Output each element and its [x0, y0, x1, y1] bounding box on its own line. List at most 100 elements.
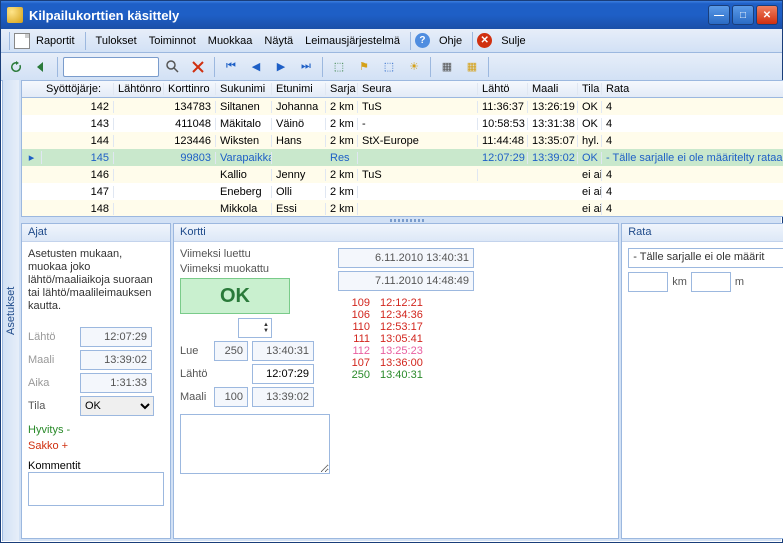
- menu-muokkaa[interactable]: Muokkaa: [202, 32, 259, 50]
- table-row[interactable]: 144123446WikstenHans2 kmStX-Europe11:44:…: [22, 132, 783, 149]
- title-bar: Kilpailukorttien käsittely — □ ✕: [1, 1, 782, 29]
- next-record-button[interactable]: ▶: [270, 56, 292, 78]
- viimeksi-muokattu-value: [338, 271, 474, 291]
- tila-select[interactable]: OK: [80, 396, 154, 416]
- col-syotto[interactable]: Syöttöjärje:: [42, 83, 114, 95]
- search-button[interactable]: [162, 56, 184, 78]
- refresh-icon: [9, 60, 23, 74]
- table-row[interactable]: 148MikkolaEssi2 kmei ai4: [22, 200, 783, 217]
- menu-sulje[interactable]: Sulje: [495, 32, 531, 50]
- competitor-grid[interactable]: Syöttöjärje: Lähtönro Korttinro Sukunimi…: [21, 80, 783, 217]
- table-row[interactable]: 143411048MäkitaloVäinö2 km-10:58:5313:31…: [22, 115, 783, 132]
- viimeksi-luettu-value: [338, 248, 474, 268]
- tool-4-button[interactable]: ☀: [403, 56, 425, 78]
- table-row[interactable]: 147EnebergOlli2 kmei ai4: [22, 183, 783, 200]
- tool-3-icon: ⬚: [384, 60, 394, 73]
- kommentit-input[interactable]: [28, 472, 164, 506]
- last-icon: ⏭: [301, 60, 311, 73]
- window-title: Kilpailukorttien käsittely: [29, 8, 708, 23]
- col-lahtonro[interactable]: Lähtönro: [114, 83, 164, 95]
- maali-display: [80, 350, 152, 370]
- kortti-maali-label: Maali: [180, 391, 210, 403]
- col-tila[interactable]: Tila: [578, 83, 602, 95]
- rata-note: - Tälle sarjalle ei ole määrit: [628, 248, 783, 268]
- search-icon: [166, 60, 180, 74]
- menu-leimaus[interactable]: Leimausjärjestelmä: [299, 32, 406, 50]
- col-sukunimi[interactable]: Sukunimi: [216, 83, 272, 95]
- back-button[interactable]: [30, 56, 52, 78]
- tool-1-button[interactable]: ⬚: [328, 56, 350, 78]
- first-record-button[interactable]: ⏮: [220, 56, 242, 78]
- next-icon: ▶: [277, 60, 285, 73]
- col-sarja[interactable]: Sarja: [326, 83, 358, 95]
- viimeksi-muokattu-label: Viimeksi muokattu: [180, 263, 270, 275]
- grid-header: Syöttöjärje: Lähtönro Korttinro Sukunimi…: [22, 81, 783, 98]
- last-record-button[interactable]: ⏭: [295, 56, 317, 78]
- help-icon: ?: [415, 33, 430, 48]
- hyvitys-label[interactable]: Hyvitys -: [28, 424, 164, 436]
- prev-record-button[interactable]: ◀: [245, 56, 267, 78]
- tool-4-icon: ☀: [409, 60, 419, 73]
- menu-ohje[interactable]: Ohje: [433, 32, 468, 50]
- split-row: 11213:25:23: [338, 345, 488, 357]
- panel-ajat-title: Ajat: [22, 224, 170, 242]
- viimeksi-luettu-label: Viimeksi luettu: [180, 248, 270, 260]
- rata-km-input[interactable]: [628, 272, 668, 292]
- maximize-button[interactable]: □: [732, 5, 754, 25]
- lue-label: Lue: [180, 345, 210, 357]
- app-icon: [7, 7, 23, 23]
- rata-m-label: m: [735, 276, 744, 288]
- toolbar: ⏮ ◀ ▶ ⏭ ⬚ ⚑ ⬚ ☀ ▦ ▦: [1, 53, 782, 81]
- aika-display: [80, 373, 152, 393]
- maali-label: Maali: [28, 354, 76, 366]
- status-ok-badge: OK: [180, 278, 290, 314]
- table-row[interactable]: ▸14599803VarapaikkaRes12:07:2913:39:02OK…: [22, 149, 783, 166]
- punch-splits-list: 10912:12:2110612:34:3611012:53:1711113:0…: [338, 297, 488, 381]
- kortti-maali-code: [214, 387, 248, 407]
- col-korttinro[interactable]: Korttinro: [164, 83, 216, 95]
- minimize-button[interactable]: —: [708, 5, 730, 25]
- col-etunimi[interactable]: Etunimi: [272, 83, 326, 95]
- panel-kortti-title: Kortti: [174, 224, 618, 242]
- rata-m-input[interactable]: [691, 272, 731, 292]
- grid-button[interactable]: ▦: [436, 56, 458, 78]
- sequence-spinner[interactable]: ▲▼: [238, 318, 272, 338]
- report-icon: [14, 33, 30, 49]
- kortti-lahto-time[interactable]: [252, 364, 314, 384]
- menu-tulokset[interactable]: Tulokset: [90, 32, 143, 50]
- col-seura[interactable]: Seura: [358, 83, 478, 95]
- grid-config-button[interactable]: ▦: [461, 56, 483, 78]
- close-window-button[interactable]: ✕: [756, 5, 778, 25]
- col-rata[interactable]: Rata: [602, 83, 783, 95]
- col-maali[interactable]: Maali: [528, 83, 578, 95]
- tool-2-icon: ⚑: [359, 60, 369, 73]
- clear-search-button[interactable]: [187, 56, 209, 78]
- split-row: 11012:53:17: [338, 321, 488, 333]
- kortti-notes-input[interactable]: [180, 414, 330, 474]
- menu-bar: Raportit Tulokset Toiminnot Muokkaa Näyt…: [1, 29, 782, 53]
- panel-ajat: Ajat Asetusten mukaan, muokaa joko lähtö…: [21, 223, 171, 539]
- table-row[interactable]: 142134783SiltanenJohanna2 kmTuS11:36:371…: [22, 98, 783, 115]
- tool-2-button[interactable]: ⚑: [353, 56, 375, 78]
- tool-3-button[interactable]: ⬚: [378, 56, 400, 78]
- back-icon: [35, 61, 47, 73]
- first-icon: ⏮: [226, 60, 236, 73]
- refresh-button[interactable]: [5, 56, 27, 78]
- clear-icon: [192, 61, 204, 73]
- table-row[interactable]: 146KallioJenny2 kmTuSei ai4: [22, 166, 783, 183]
- prev-icon: ◀: [252, 60, 260, 73]
- lahto-label: Lähtö: [28, 331, 76, 343]
- split-row: 11113:05:41: [338, 333, 488, 345]
- sakko-label[interactable]: Sakko +: [28, 440, 164, 452]
- side-tab-asetukset[interactable]: Asetukset: [2, 80, 19, 541]
- menu-toiminnot[interactable]: Toiminnot: [143, 32, 202, 50]
- search-input[interactable]: [63, 57, 159, 77]
- grid-config-icon: ▦: [467, 60, 477, 73]
- menu-nayta[interactable]: Näytä: [258, 32, 299, 50]
- close-menu-icon: ✕: [477, 33, 492, 48]
- menu-raportit[interactable]: Raportit: [30, 32, 81, 50]
- split-row: 10612:34:36: [338, 309, 488, 321]
- kommentit-label: Kommentit: [28, 460, 164, 472]
- ajat-note: Asetusten mukaan, muokaa joko lähtö/maal…: [28, 248, 164, 313]
- col-lahto[interactable]: Lähtö: [478, 83, 528, 95]
